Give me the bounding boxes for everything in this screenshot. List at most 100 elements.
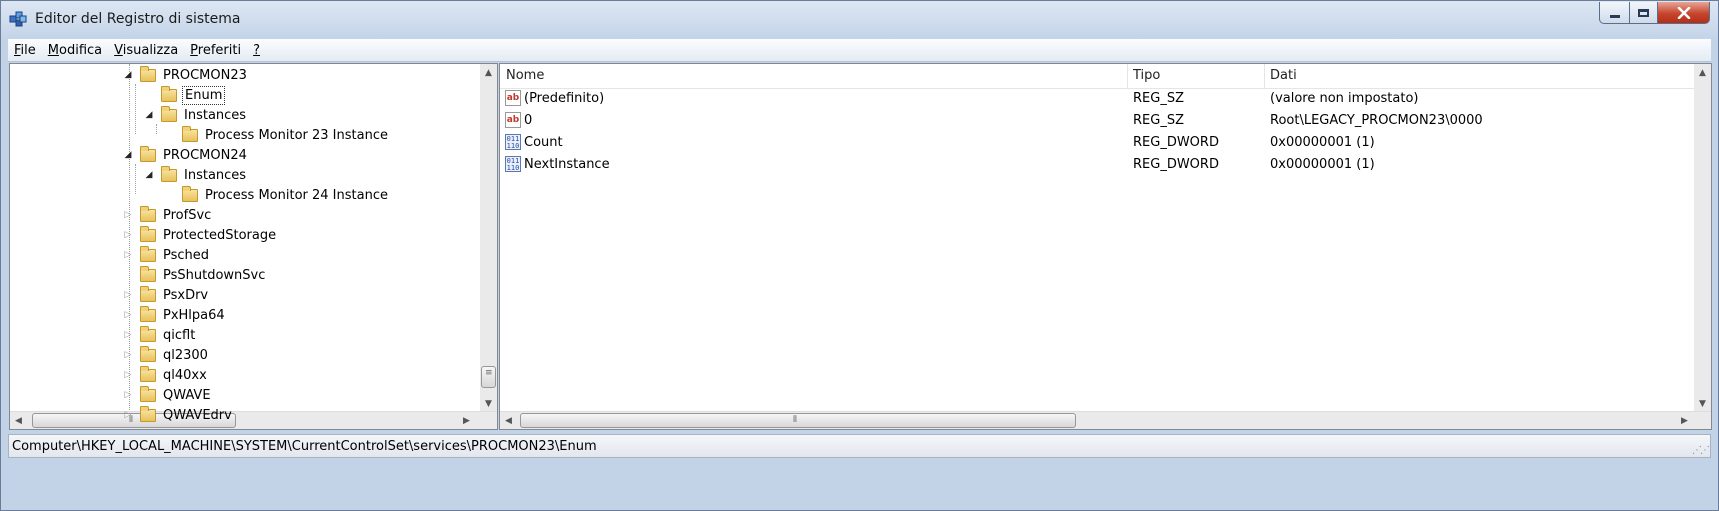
tree-node-label[interactable]: Enum: [182, 85, 226, 105]
column-name-header[interactable]: Nome: [506, 68, 544, 83]
tree-node-label[interactable]: ProfSvc: [161, 207, 213, 224]
tree-connector: [135, 164, 136, 194]
scroll-left-icon[interactable]: ◀: [500, 412, 517, 429]
tree-node-label[interactable]: Instances: [182, 167, 248, 184]
tree-node[interactable]: ▷ PsxDrv: [122, 285, 210, 305]
menu-item-visualizza[interactable]: Visualizza: [108, 43, 184, 58]
tree-node[interactable]: Enum: [143, 85, 226, 105]
collapsed-arrow-icon[interactable]: ▷: [122, 229, 134, 241]
expanded-arrow-icon[interactable]: ◢: [143, 109, 155, 121]
tree-node-label[interactable]: Instances: [182, 107, 248, 124]
folder-icon: [140, 265, 156, 282]
collapsed-arrow-icon[interactable]: ▷: [122, 329, 134, 341]
tree-node[interactable]: ◢ PROCMON24: [122, 145, 249, 165]
registry-editor-window: Editor del Registro di sistema File Modif…: [0, 0, 1719, 511]
expanded-arrow-icon[interactable]: ◢: [122, 69, 134, 81]
list-hscroll-thumb[interactable]: ⦀: [520, 413, 1076, 428]
tree-node[interactable]: ◢ Instances: [143, 165, 248, 185]
column-data-header[interactable]: Dati: [1270, 68, 1297, 83]
tree-node-label[interactable]: PROCMON24: [161, 147, 249, 164]
title-bar[interactable]: Editor del Registro di sistema: [1, 1, 1718, 39]
tree-horizontal-scrollbar[interactable]: ◀ ⦀ ▶: [10, 411, 497, 429]
expanded-arrow-icon[interactable]: ◢: [122, 149, 134, 161]
tree-node[interactable]: Process Monitor 24 Instance: [164, 185, 390, 205]
collapsed-arrow-icon[interactable]: ▷: [122, 289, 134, 301]
tree-node[interactable]: ▷ QWAVE: [122, 385, 213, 405]
collapsed-arrow-icon[interactable]: ▷: [122, 309, 134, 321]
list-vertical-scrollbar[interactable]: ▲ ▼: [1694, 64, 1711, 412]
tree-node-label[interactable]: ProtectedStorage: [161, 227, 278, 244]
scroll-right-icon[interactable]: ▶: [1676, 412, 1693, 429]
column-type-header[interactable]: Tipo: [1133, 68, 1160, 83]
scroll-right-icon[interactable]: ▶: [458, 412, 475, 429]
binary-value-icon: 011 110: [505, 134, 521, 150]
scroll-up-icon[interactable]: ▲: [1694, 64, 1711, 81]
minimize-button[interactable]: [1599, 2, 1630, 24]
column-separator[interactable]: [1127, 64, 1128, 88]
expanded-arrow-icon[interactable]: ◢: [143, 169, 155, 181]
tree-node-label[interactable]: Process Monitor 24 Instance: [203, 187, 390, 204]
status-bar: Computer\HKEY_LOCAL_MACHINE\SYSTEM\Curre…: [8, 434, 1711, 458]
tree-node-label[interactable]: Psched: [161, 247, 211, 264]
tree-node-label[interactable]: QWAVE: [161, 387, 213, 404]
collapsed-arrow-icon[interactable]: ▷: [122, 389, 134, 401]
tree-node[interactable]: ◢ Instances: [143, 105, 248, 125]
tree-node[interactable]: ▷ PxHlpa64: [122, 305, 227, 325]
tree-node[interactable]: ▷ qicflt: [122, 325, 197, 345]
folder-icon: [140, 65, 156, 82]
tree-vscroll-thumb[interactable]: ≡: [481, 366, 496, 388]
tree-connector: [135, 84, 136, 134]
tree-node[interactable]: ▷ ql2300: [122, 345, 210, 365]
menu-item-file[interactable]: File: [8, 43, 42, 58]
menu-item-help[interactable]: ?: [247, 43, 266, 58]
collapsed-arrow-icon[interactable]: ▷: [122, 209, 134, 221]
tree-node[interactable]: ▷ QWAVEdrv: [122, 405, 234, 425]
value-data-cell: (valore non impostato): [1270, 91, 1419, 106]
scroll-down-icon[interactable]: ▼: [480, 395, 497, 412]
tree-node-label[interactable]: Process Monitor 23 Instance: [203, 127, 390, 144]
tree-vertical-scrollbar[interactable]: ▲ ≡ ▼: [480, 64, 497, 412]
tree-node-label[interactable]: qicflt: [161, 327, 197, 344]
resize-grip-icon[interactable]: ⋰⋰: [1692, 445, 1710, 456]
values-list-pane[interactable]: Nome Tipo Dati ▲ ▼ ◀ ⦀ ▶ ab (Predefinito)…: [499, 63, 1712, 430]
menu-item-modifica[interactable]: Modifica: [42, 43, 108, 58]
tree-node-label[interactable]: QWAVEdrv: [161, 407, 234, 424]
collapsed-arrow-icon[interactable]: ▷: [122, 409, 134, 421]
string-value-icon: ab: [505, 90, 521, 106]
tree-node[interactable]: ▷ ProfSvc: [122, 205, 213, 225]
window-title: Editor del Registro di sistema: [35, 11, 241, 27]
value-row[interactable]: ab 0 REG_SZ Root\LEGACY_PROCMON23\0000: [500, 110, 1696, 132]
tree-node[interactable]: ▷ ProtectedStorage: [122, 225, 278, 245]
tree-node-label[interactable]: PsxDrv: [161, 287, 210, 304]
scroll-up-icon[interactable]: ▲: [480, 64, 497, 81]
tree-node[interactable]: ▷ Psched: [122, 245, 211, 265]
tree-node-label[interactable]: PxHlpa64: [161, 307, 227, 324]
tree-node-label[interactable]: ql40xx: [161, 367, 209, 384]
value-row[interactable]: 011 110 Count REG_DWORD 0x00000001 (1): [500, 132, 1696, 154]
tree-node[interactable]: ▷ ql40xx: [122, 365, 209, 385]
tree-node[interactable]: PsShutdownSvc: [122, 265, 267, 285]
collapsed-arrow-icon[interactable]: ▷: [122, 369, 134, 381]
maximize-button[interactable]: [1630, 2, 1658, 24]
tree-node-label[interactable]: ql2300: [161, 347, 210, 364]
scroll-left-icon[interactable]: ◀: [10, 412, 27, 429]
close-button[interactable]: [1658, 2, 1710, 24]
tree-node[interactable]: ◢ PROCMON23: [122, 65, 249, 85]
tree-node-label[interactable]: PROCMON23: [161, 67, 249, 84]
tree-node[interactable]: Process Monitor 23 Instance: [164, 125, 390, 145]
value-row[interactable]: ab (Predefinito) REG_SZ (valore non imposta…: [500, 88, 1696, 110]
key-tree-pane[interactable]: ▲ ≡ ▼ ◀ ⦀ ▶ ◢ PROCMON23 Enum ◢ Instances Proc…: [9, 63, 498, 430]
menu-item-preferiti[interactable]: Preferiti: [184, 43, 247, 58]
tree-node-label[interactable]: PsShutdownSvc: [161, 267, 267, 284]
scroll-down-icon[interactable]: ▼: [1694, 395, 1711, 412]
collapsed-arrow-icon[interactable]: ▷: [122, 249, 134, 261]
column-separator[interactable]: [1264, 64, 1265, 88]
value-type-cell: REG_DWORD: [1133, 157, 1219, 172]
list-horizontal-scrollbar[interactable]: ◀ ⦀ ▶: [500, 411, 1711, 429]
value-name-cell: 0: [524, 113, 533, 128]
value-row[interactable]: 011 110 NextInstance REG_DWORD 0x00000001 (…: [500, 154, 1696, 176]
collapsed-arrow-icon[interactable]: ▷: [122, 349, 134, 361]
string-value-icon: ab: [505, 112, 521, 128]
